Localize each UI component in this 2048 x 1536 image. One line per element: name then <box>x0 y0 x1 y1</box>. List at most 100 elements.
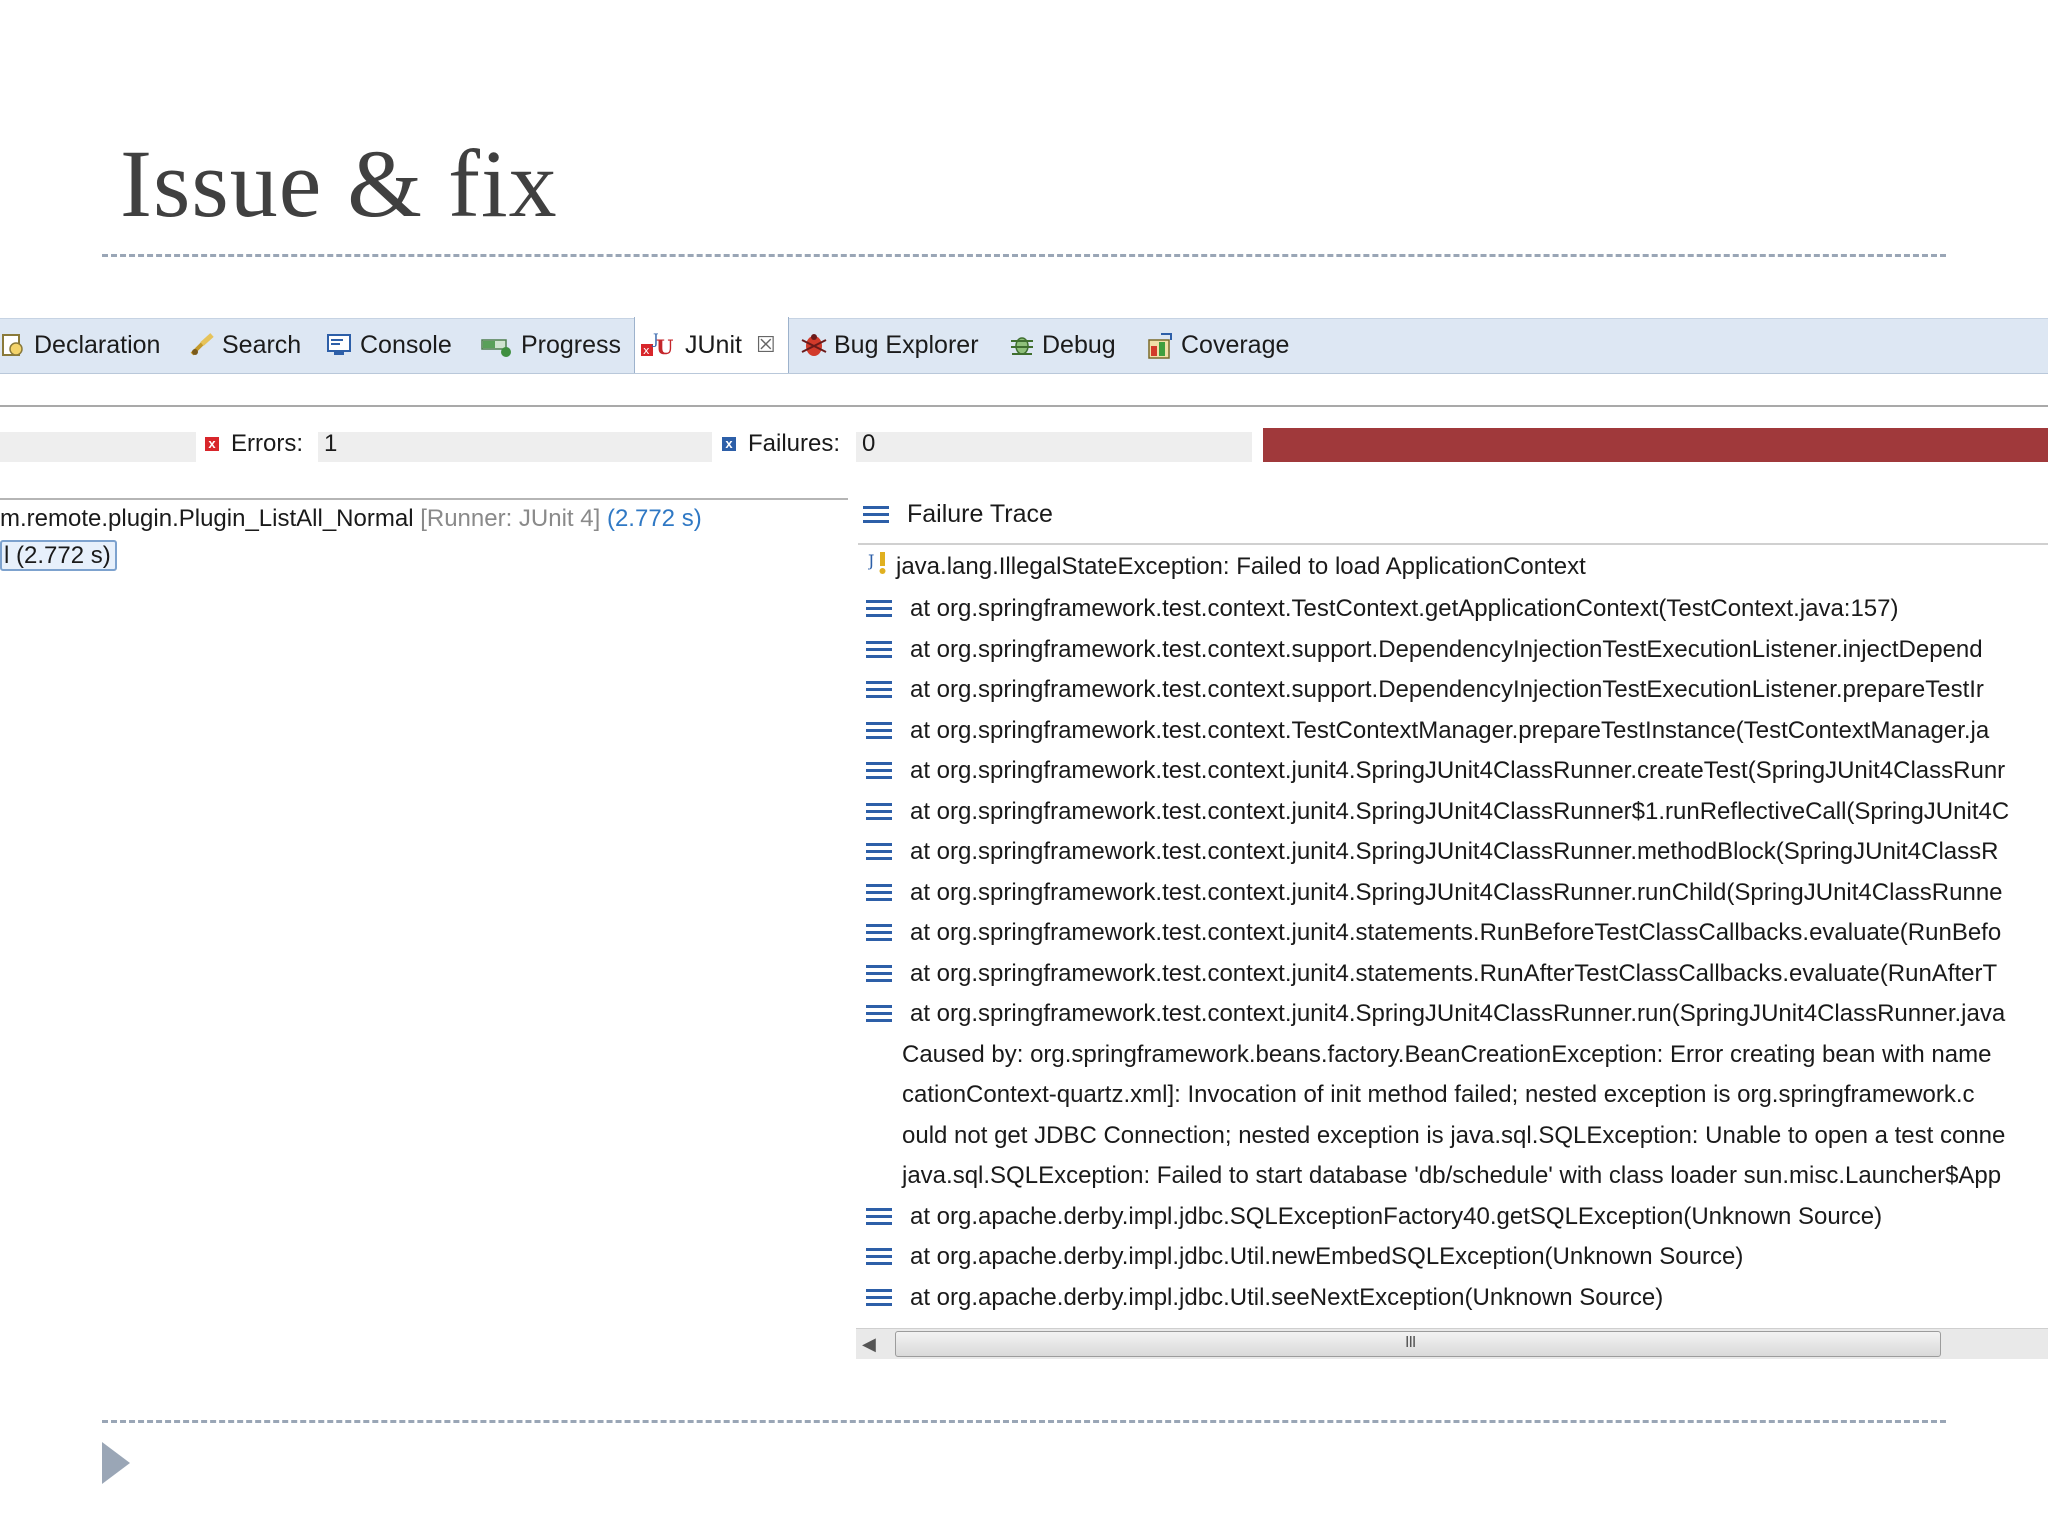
declaration-icon <box>0 332 26 358</box>
tab-bar-divider <box>0 405 2048 407</box>
stack-frame-text: at org.springframework.test.context.juni… <box>910 879 2003 906</box>
stack-frame-icon <box>866 922 892 944</box>
trace-frame-row[interactable]: at org.springframework.test.context.supp… <box>866 635 1983 665</box>
trace-frame-row[interactable]: at org.springframework.test.context.juni… <box>866 756 2005 786</box>
scrollbar-thumb[interactable] <box>895 1331 1941 1357</box>
caused-by-line[interactable]: ould not get JDBC Connection; nested exc… <box>902 1121 2005 1151</box>
stack-frame-text: at org.apache.derby.impl.jdbc.Util.seeNe… <box>910 1284 1664 1311</box>
stack-frame-text: at org.apache.derby.impl.jdbc.SQLExcepti… <box>910 1203 1883 1230</box>
bottom-divider <box>102 1420 1946 1423</box>
exception-text: java.lang.IllegalStateException: Failed … <box>896 553 1586 580</box>
stack-frame-text: at org.springframework.test.context.juni… <box>910 1000 2006 1027</box>
failures-label: Failures: <box>748 430 841 457</box>
stack-frame-text: at org.springframework.test.context.juni… <box>910 919 2002 946</box>
stack-frame-icon <box>866 963 892 985</box>
slide-title: Issue & fix <box>120 130 558 237</box>
close-icon[interactable]: ☒ <box>756 332 776 358</box>
stack-frame-text: at org.springframework.test.context.Test… <box>910 595 1899 622</box>
caused-by-line[interactable]: Caused by: org.springframework.beans.fac… <box>902 1040 1991 1070</box>
trace-frame-row[interactable]: at org.apache.derby.impl.jdbc.Util.seeNe… <box>866 1283 1663 1313</box>
stack-frame-icon <box>866 1003 892 1025</box>
failure-trace-header: Failure Trace <box>863 500 1053 529</box>
tree-divider <box>0 498 848 500</box>
stack-trace-icon <box>863 504 889 526</box>
stack-frame-icon <box>866 598 892 620</box>
test-progress-bar <box>1263 428 2048 462</box>
trace-frame-row[interactable]: at org.springframework.test.context.juni… <box>866 918 2001 948</box>
view-tab-bar: Declaration Search Console Progress xUJ … <box>0 317 2048 374</box>
svg-text:J: J <box>868 551 874 570</box>
errors-field <box>318 432 712 462</box>
trace-frame-row[interactable]: at org.springframework.test.context.Test… <box>866 594 1899 624</box>
runs-field <box>0 432 196 462</box>
console-icon <box>326 332 352 358</box>
errors-value: 1 <box>324 430 338 457</box>
failure-trace-title: Failure Trace <box>907 500 1053 528</box>
stack-frame-text: at org.springframework.test.context.juni… <box>910 798 2010 825</box>
test-class-name: m.remote.plugin.Plugin_ListAll_Normal <box>0 505 414 532</box>
coverage-icon <box>1147 332 1173 359</box>
tree-row-test-class[interactable]: m.remote.plugin.Plugin_ListAll_Normal [R… <box>0 505 702 533</box>
trace-frame-row[interactable]: at org.springframework.test.context.juni… <box>866 999 2005 1029</box>
tab-label: Console <box>360 330 452 359</box>
errors-label: Errors: <box>231 430 303 457</box>
test-runner: [Runner: JUnit 4] <box>420 505 601 532</box>
tab-junit[interactable]: xUJ JUnit ☒ <box>634 317 789 373</box>
stack-frame-text: at org.springframework.test.context.supp… <box>910 636 1983 663</box>
errors-counter: x Errors: <box>205 430 303 458</box>
failures-counter: x Failures: <box>722 430 840 458</box>
progress-icon <box>481 332 513 358</box>
trace-frame-row[interactable]: at org.apache.derby.impl.jdbc.SQLExcepti… <box>866 1202 1882 1232</box>
tab-label: JUnit <box>685 330 742 359</box>
tab-bug-explorer[interactable]: Bug Explorer <box>800 319 979 371</box>
trace-frame-row[interactable]: at org.springframework.test.context.juni… <box>866 797 2009 827</box>
stack-frame-icon <box>866 720 892 742</box>
failures-value: 0 <box>862 430 876 457</box>
stack-frame-text: at org.springframework.test.context.supp… <box>910 676 1984 703</box>
stack-frame-icon <box>866 679 892 701</box>
stack-frame-icon <box>866 760 892 782</box>
stack-frame-icon <box>866 882 892 904</box>
tab-console[interactable]: Console <box>326 319 452 371</box>
trace-frame-row[interactable]: at org.springframework.test.context.juni… <box>866 837 1998 867</box>
trace-divider <box>858 543 2048 545</box>
trace-frame-row[interactable]: at org.springframework.test.context.juni… <box>866 959 1997 989</box>
caused-by-line[interactable]: java.sql.SQLException: Failed to start d… <box>902 1161 2001 1191</box>
tab-coverage[interactable]: Coverage <box>1147 319 1289 371</box>
tab-progress[interactable]: Progress <box>481 319 621 371</box>
trace-frame-row[interactable]: at org.springframework.test.context.supp… <box>866 675 1984 705</box>
tab-search[interactable]: Search <box>188 319 301 371</box>
search-icon <box>188 332 214 358</box>
trace-exception-row[interactable]: J java.lang.IllegalStateException: Faile… <box>866 550 1586 585</box>
exception-icon: J <box>866 550 890 585</box>
svg-text:x: x <box>643 344 650 357</box>
stack-frame-text: at org.apache.derby.impl.jdbc.Util.newEm… <box>910 1243 1744 1270</box>
debug-icon <box>1008 332 1034 358</box>
tab-label: Bug Explorer <box>834 330 979 359</box>
stack-frame-text: at org.springframework.test.context.juni… <box>910 960 1998 987</box>
stack-frame-text: at org.springframework.test.context.Test… <box>910 717 1990 744</box>
failures-field <box>856 432 1252 462</box>
tab-label: Progress <box>521 330 622 359</box>
scroll-left-icon[interactable]: ◀ <box>862 1334 876 1355</box>
tab-label: Coverage <box>1181 330 1290 359</box>
test-method-selected: l (2.772 s) <box>0 540 117 571</box>
tab-declaration[interactable]: Declaration <box>0 319 160 371</box>
failure-icon: x <box>722 437 736 451</box>
tab-debug[interactable]: Debug <box>1008 319 1116 371</box>
trace-frame-row[interactable]: at org.springframework.test.context.juni… <box>866 878 2003 908</box>
stack-frame-icon <box>866 639 892 661</box>
stack-frame-icon <box>866 1246 892 1268</box>
stack-frame-icon <box>866 1206 892 1228</box>
stack-frame-icon <box>866 841 892 863</box>
test-class-time: (2.772 s) <box>606 505 702 532</box>
junit-icon: xUJ <box>639 332 677 359</box>
stack-frame-icon <box>866 801 892 823</box>
caused-by-line[interactable]: cationContext-quartz.xml]: Invocation of… <box>902 1080 1975 1110</box>
tree-row-test-method[interactable]: l (2.772 s) <box>0 540 117 571</box>
scrollbar-grip: III <box>1405 1334 1416 1351</box>
error-icon: x <box>205 437 219 451</box>
trace-frame-row[interactable]: at org.apache.derby.impl.jdbc.Util.newEm… <box>866 1242 1743 1272</box>
trace-frame-row[interactable]: at org.springframework.test.context.Test… <box>866 716 1989 746</box>
bug-icon <box>800 332 827 358</box>
